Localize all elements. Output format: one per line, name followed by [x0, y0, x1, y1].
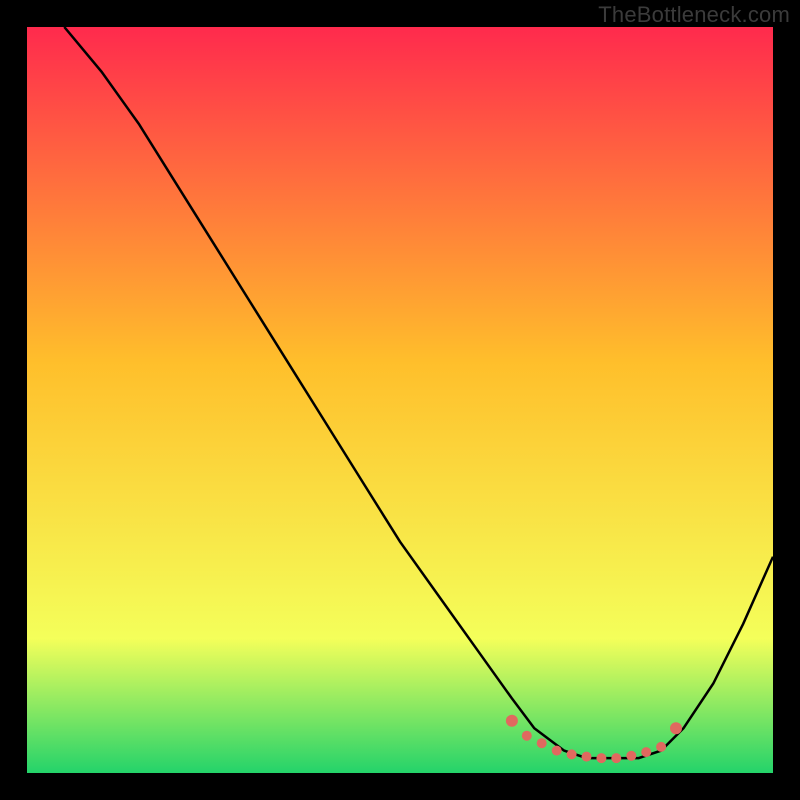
- marker-dot: [611, 753, 621, 763]
- gradient-background: [27, 27, 773, 773]
- marker-dot: [656, 742, 666, 752]
- marker-dot: [670, 722, 682, 734]
- plot-area: [27, 27, 773, 773]
- marker-dot: [641, 747, 651, 757]
- marker-dot: [552, 746, 562, 756]
- chart-frame: TheBottleneck.com: [0, 0, 800, 800]
- chart-svg: [27, 27, 773, 773]
- marker-dot: [582, 752, 592, 762]
- watermark-text: TheBottleneck.com: [598, 2, 790, 28]
- marker-dot: [596, 753, 606, 763]
- marker-dot: [537, 738, 547, 748]
- marker-dot: [567, 749, 577, 759]
- marker-dot: [626, 751, 636, 761]
- marker-dot: [506, 715, 518, 727]
- marker-dot: [522, 731, 532, 741]
